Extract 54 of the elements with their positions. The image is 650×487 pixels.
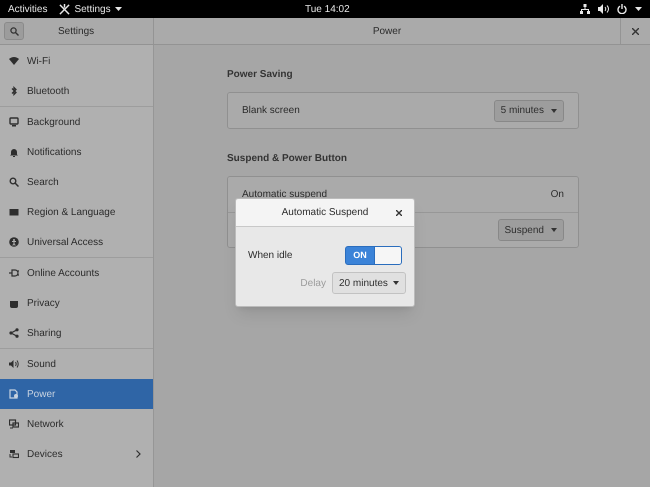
sidebar-item[interactable]: Wi-Fi: [0, 46, 153, 76]
sidebar-item[interactable]: Privacy: [0, 288, 153, 318]
sidebar-item[interactable]: Search: [0, 167, 153, 197]
bell-icon: [9, 147, 19, 157]
close-icon[interactable]: [396, 210, 402, 216]
wifi-icon: [9, 56, 19, 66]
sidebar-item[interactable]: Universal Access: [0, 227, 153, 257]
setting-label: Automatic suspend: [242, 188, 328, 202]
sidebar-item[interactable]: Bluetooth: [0, 76, 153, 106]
share-icon: [9, 328, 19, 338]
setting-value: On: [550, 189, 564, 200]
setting-label: Blank screen: [242, 104, 300, 118]
app-menu[interactable]: Settings: [59, 2, 122, 16]
sidebar-item[interactable]: Network: [0, 409, 153, 439]
sidebar-item[interactable]: Sharing: [0, 318, 153, 348]
window-title: Power: [372, 24, 402, 38]
volume-icon[interactable]: [598, 4, 609, 14]
computers-icon: [9, 419, 19, 429]
search-icon: [9, 177, 19, 187]
dropdown-button[interactable]: 20 minutes: [332, 272, 406, 294]
plug-icon: [9, 268, 19, 278]
sidebar-title: Settings: [58, 24, 94, 38]
power-icon[interactable]: [617, 4, 627, 14]
speaker-icon: [9, 359, 19, 369]
caret-icon: [114, 7, 122, 11]
dropdown-button[interactable]: 5 minutes: [494, 100, 564, 122]
sidebar-item[interactable]: Sound: [0, 349, 153, 379]
sidebar-item[interactable]: Online Accounts: [0, 258, 153, 288]
caret-icon: [551, 228, 557, 232]
activities-button[interactable]: Activities: [8, 2, 48, 16]
section-title: Power Saving: [227, 68, 293, 82]
sidebar-item[interactable]: Background: [0, 107, 153, 137]
search-button[interactable]: [4, 22, 24, 40]
bluetooth-icon: [9, 86, 19, 96]
dialog-title: Automatic Suspend: [282, 206, 368, 220]
search-icon: [10, 26, 18, 36]
accessibility-icon: [9, 237, 19, 247]
sidebar-item[interactable]: Region & Language: [0, 197, 153, 227]
sidebar-item[interactable]: Power: [0, 379, 153, 409]
toggle-switch[interactable]: ON: [345, 246, 402, 265]
delay-label: Delay: [300, 276, 326, 290]
close-icon[interactable]: [632, 28, 639, 34]
sidebar-item[interactable]: Devices: [0, 439, 153, 469]
sidebar-item[interactable]: Notifications: [0, 137, 153, 167]
setting-label: When idle: [248, 249, 292, 263]
clock[interactable]: Tue 14:02: [305, 2, 350, 16]
caret-icon: [393, 281, 399, 285]
network-icon[interactable]: [580, 4, 590, 14]
caret-icon: [551, 108, 557, 112]
monitor-icon: [9, 117, 19, 127]
caret-icon[interactable]: [635, 7, 642, 11]
dropdown-button[interactable]: Suspend: [498, 219, 564, 241]
devices-icon: [9, 449, 19, 459]
section-title: Suspend & Power Button: [227, 152, 347, 166]
